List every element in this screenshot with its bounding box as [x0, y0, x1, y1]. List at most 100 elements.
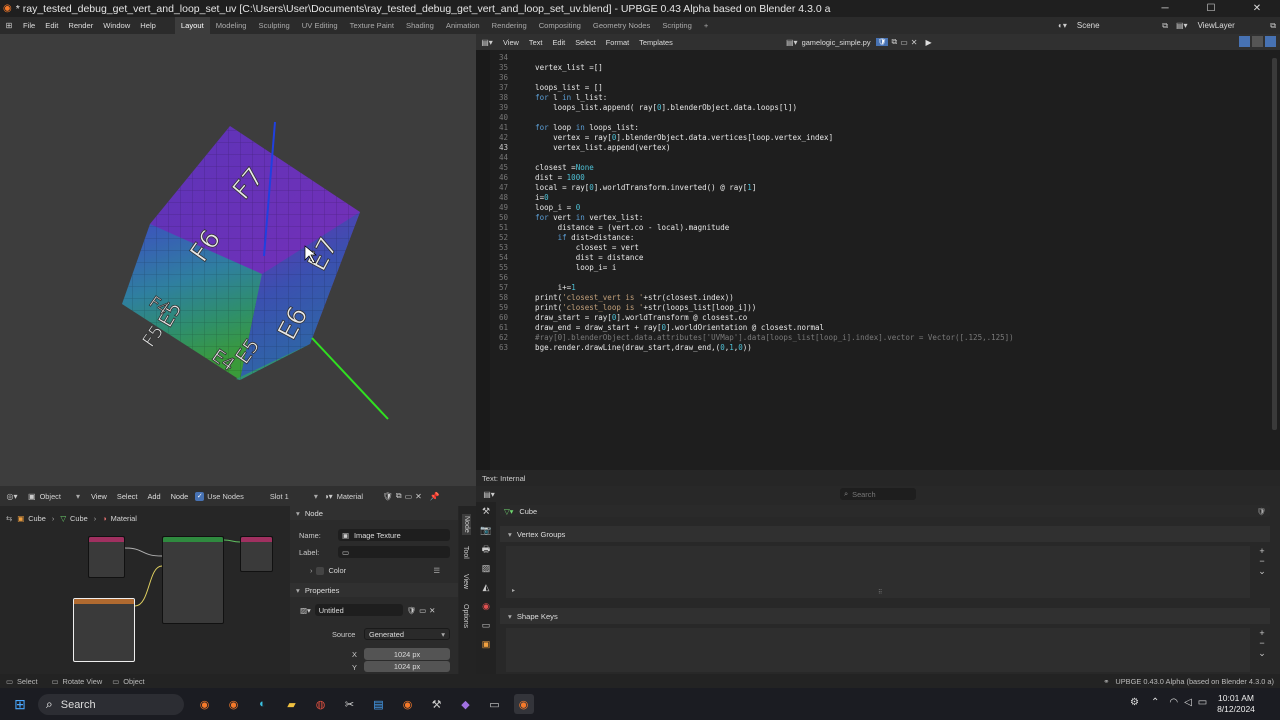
workspace-tab-rendering[interactable]: Rendering — [486, 17, 533, 34]
color-subpanel[interactable]: › Color ☰ — [310, 566, 440, 575]
code-line[interactable]: loops_list = [] — [517, 83, 603, 93]
object-tab-icon[interactable]: ▣ — [476, 635, 496, 654]
remove-shape-key-icon[interactable]: − — [1256, 638, 1268, 648]
shape-keys-list[interactable] — [506, 628, 1250, 672]
material-output-node[interactable] — [240, 536, 273, 572]
new-view-layer-icon[interactable]: ⧉ — [1270, 21, 1276, 31]
code-line[interactable]: loop_i = 0 — [517, 203, 580, 213]
object-mode-dropdown[interactable]: ▣ Object ▾ — [24, 492, 80, 501]
new-text-icon[interactable]: ⧉ — [891, 37, 897, 47]
tool-tab-icon[interactable]: ⚒ — [476, 502, 496, 521]
code-line[interactable]: closest =None — [517, 163, 594, 173]
attribute-node[interactable] — [88, 536, 125, 578]
remove-vertex-group-icon[interactable]: − — [1256, 556, 1268, 566]
list-icon[interactable]: ☰ — [433, 566, 440, 575]
tab-options[interactable]: Options — [462, 604, 469, 628]
workspace-tab-modeling[interactable]: Modeling — [210, 17, 253, 34]
properties-search[interactable]: ⌕ Search — [840, 488, 916, 500]
chrome-app-icon[interactable]: ◍ — [311, 694, 331, 714]
code-line[interactable]: distance = (vert.co - local).magnitude — [517, 223, 730, 233]
volume-icon[interactable]: ◁ — [1184, 697, 1192, 708]
menu-view[interactable]: View — [86, 492, 112, 501]
shape-keys-header[interactable]: ▾ Shape Keys — [500, 608, 1270, 624]
blender-app-icon[interactable]: ◉ — [195, 694, 215, 714]
workspace-tab-scripting[interactable]: Scripting — [656, 17, 698, 34]
code-line[interactable]: draw_end = draw_start + ray[0].worldOrie… — [517, 323, 824, 333]
add-workspace-button[interactable]: + — [698, 17, 714, 34]
3d-viewport[interactable]: F7 F6 E7 E6 E5 E5 F5 E4 F4 — [0, 34, 476, 486]
scene-tab-icon[interactable]: ◭ — [476, 578, 496, 597]
open-image-icon[interactable]: ▭ — [419, 606, 426, 615]
menu-view[interactable]: View — [498, 38, 524, 47]
view-layer-tab-icon[interactable]: ▨ — [476, 559, 496, 578]
image-texture-node[interactable] — [73, 598, 135, 662]
workspace-tab-layout[interactable]: Layout — [174, 17, 210, 34]
text-editor[interactable]: ▤▾ View Text Edit Select Format Template… — [476, 34, 1280, 470]
code-line[interactable]: #ray[0].blenderObject.data.attributes['U… — [517, 333, 1014, 343]
wifi-icon[interactable]: ◠ — [1169, 697, 1178, 708]
pin-icon[interactable]: 📌 — [430, 492, 440, 501]
code-line[interactable]: dist = 1000 — [517, 173, 585, 183]
add-vertex-group-icon[interactable]: + — [1256, 546, 1268, 556]
workspace-tab-uv-editing[interactable]: UV Editing — [296, 17, 344, 34]
code-line[interactable]: closest = vert — [517, 243, 639, 253]
expand-icon[interactable]: ▸ — [512, 587, 515, 594]
specials-icon[interactable]: ⌄ — [1256, 648, 1268, 659]
code-line[interactable]: bge.render.drawLine(draw_start,draw_end,… — [517, 343, 752, 353]
menu-render[interactable]: Render — [63, 21, 98, 30]
code-line[interactable]: loop_i= i — [517, 263, 617, 273]
fake-user-icon[interactable]: 🛡 — [383, 492, 393, 501]
image-selector[interactable]: ▨▾ Untitled 🛡 ▭ ✕ — [300, 604, 452, 616]
scene-selector[interactable]: ◐▾ Scene ⧉ — [1058, 19, 1168, 32]
slot-dropdown[interactable]: Slot 1 ▾ — [270, 492, 318, 501]
editor-type-icon[interactable]: ▤▾ — [476, 490, 502, 499]
blender-app-icon-2[interactable]: ◉ — [224, 694, 244, 714]
code-line[interactable]: for l in l_list: — [517, 93, 607, 103]
new-scene-icon[interactable]: ⧉ — [1162, 21, 1168, 31]
node-label-field[interactable]: ▭ — [338, 546, 450, 558]
color-checkbox[interactable] — [316, 566, 325, 575]
output-tab-icon[interactable]: 🖶 — [476, 540, 496, 559]
open-text-icon[interactable]: ▭ — [900, 38, 908, 47]
collection-tab-icon[interactable]: ▭ — [476, 616, 496, 635]
code-line[interactable]: vertex = ray[0].blenderObject.data.verti… — [517, 133, 833, 143]
word-wrap-icon[interactable] — [1252, 36, 1263, 47]
unlink-icon[interactable]: ✕ — [429, 606, 435, 615]
snipping-tool-icon[interactable]: ✂ — [340, 694, 360, 714]
tab-node[interactable]: Node — [462, 514, 471, 535]
menu-edit[interactable]: Edit — [547, 38, 570, 47]
line-numbers-icon[interactable] — [1239, 36, 1250, 47]
text-datablock[interactable]: ▤▾ gamelogic_simple.py 🛡 ⧉ ▭ ✕ ▶ — [786, 36, 932, 48]
code-line[interactable]: i=0 — [517, 193, 549, 203]
menu-templates[interactable]: Templates — [634, 38, 678, 47]
menu-file[interactable]: File — [18, 21, 40, 30]
fake-user-icon[interactable]: 🛡 — [875, 38, 889, 46]
tool-app-icon[interactable]: ⚒ — [427, 694, 447, 714]
browse-icon[interactable]: ▭ — [405, 492, 413, 501]
resize-handle-icon[interactable]: ⠿ — [878, 589, 882, 596]
properties-editor[interactable]: ▤▾ ⌕ Search ⚒ 📷 🖶 ▨ ◭ ◉ ▭ ▣ ▽▾ Cube 🛡 ▾ … — [476, 486, 1280, 674]
node-canvas[interactable] — [0, 526, 290, 674]
menu-select[interactable]: Select — [570, 38, 601, 47]
visual-studio-icon[interactable]: ◆ — [456, 694, 476, 714]
view-layer-selector[interactable]: ▤▾ ViewLayer ⧉ — [1176, 19, 1276, 32]
code-line[interactable]: draw_start = ray[0].worldTransform @ clo… — [517, 313, 747, 323]
code-line[interactable]: local = ray[0].worldTransform.inverted()… — [517, 183, 756, 193]
workspace-tab-sculpting[interactable]: Sculpting — [253, 17, 296, 34]
workspace-tab-texture-paint[interactable]: Texture Paint — [344, 17, 400, 34]
tab-tool[interactable]: Tool — [462, 546, 469, 559]
x-resolution-field[interactable]: 1024 px — [364, 648, 450, 660]
code-area[interactable]: 34 35 vertex_list =[] 36 37 loops_list = []… — [476, 50, 1280, 470]
workspace-tab-shading[interactable]: Shading — [400, 17, 440, 34]
code-line[interactable]: vertex_list.append(vertex) — [517, 143, 670, 153]
run-script-icon[interactable]: ▶ — [925, 38, 931, 47]
code-line[interactable]: if dist>distance: — [517, 233, 635, 243]
terminal-app-icon[interactable]: ▭ — [485, 694, 505, 714]
y-resolution-field[interactable]: 1024 px — [364, 661, 450, 672]
code-line[interactable]: i+=1 — [517, 283, 576, 293]
editor-type-icon[interactable]: ◎▾ — [0, 492, 24, 501]
fake-user-icon[interactable]: 🛡 — [407, 606, 416, 615]
menu-node[interactable]: Node — [166, 492, 194, 501]
code-line[interactable]: print('closest_vert is '+str(closest.ind… — [517, 293, 734, 303]
code-line[interactable]: for loop in loops_list: — [517, 123, 639, 133]
